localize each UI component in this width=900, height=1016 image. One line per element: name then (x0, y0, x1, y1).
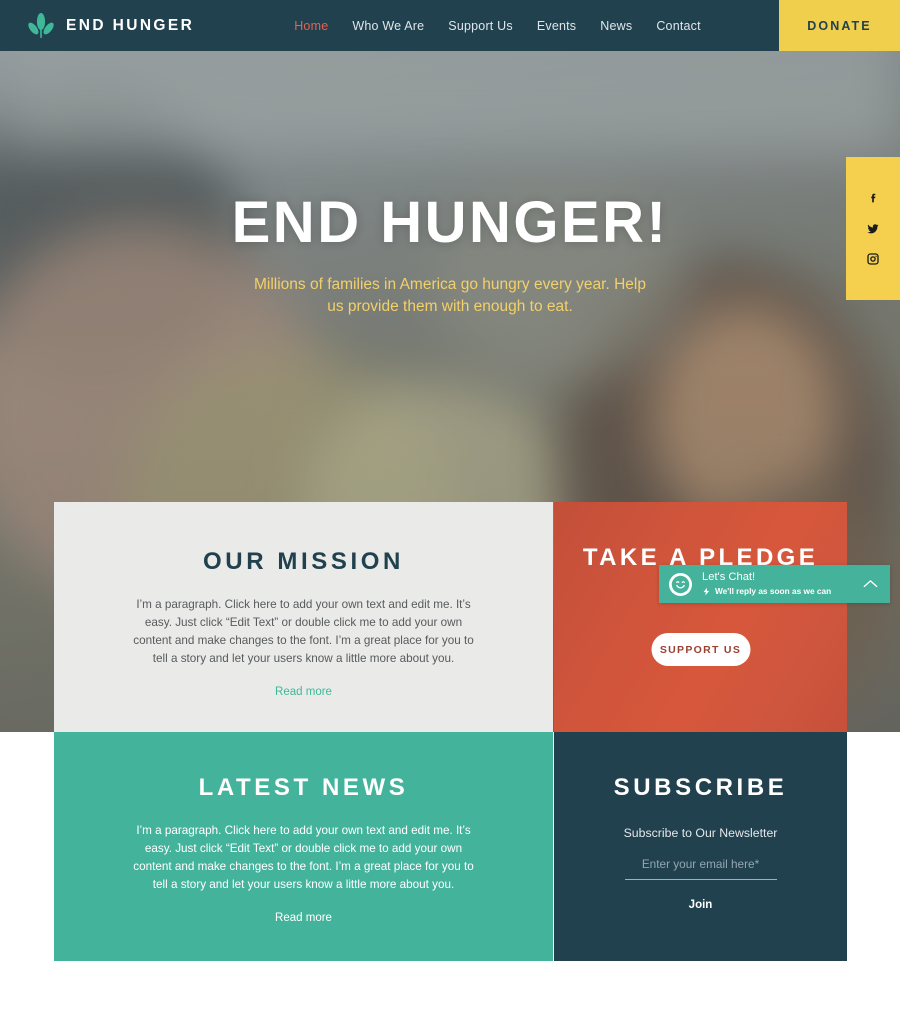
chat-title: Let's Chat! (702, 571, 756, 584)
news-paragraph: I’m a paragraph. Click here to add your … (133, 824, 474, 892)
main-nav: Home Who We Are Support Us Events News C… (294, 19, 701, 33)
donate-button[interactable]: DONATE (779, 0, 900, 51)
chat-subtitle: We'll reply as soon as we can (715, 586, 832, 597)
subscribe-title: SUBSCRIBE (613, 774, 788, 801)
hero-subtitle: Millions of families in America go hungr… (254, 276, 646, 316)
avatar (669, 572, 692, 596)
smiley-icon (671, 575, 690, 593)
brand-name: END HUNGER (66, 16, 195, 34)
lightning-bolt-icon (703, 587, 710, 596)
nav-item-support-us[interactable]: Support Us (448, 19, 513, 33)
support-us-button[interactable]: SUPPORT US (651, 633, 750, 666)
hero-title: END HUNGER! (231, 190, 669, 255)
news-panel: LATEST NEWS I’m a paragraph. Click here … (54, 732, 553, 961)
nav-item-home[interactable]: Home (294, 19, 328, 33)
subscribe-label: Subscribe to Our Newsletter (623, 826, 778, 840)
mission-title: OUR MISSION (203, 548, 404, 575)
site-header: END HUNGER Home Who We Are Support Us Ev… (0, 0, 900, 51)
nav-item-contact[interactable]: Contact (656, 19, 700, 33)
mission-panel: OUR MISSION I’m a paragraph. Click here … (54, 502, 553, 732)
twitter-icon[interactable] (865, 221, 881, 237)
nav-item-events[interactable]: Events (537, 19, 576, 33)
instagram-icon[interactable] (865, 251, 881, 267)
subscribe-panel: SUBSCRIBE Subscribe to Our Newsletter Jo… (554, 732, 847, 961)
page-root: END HUNGER Home Who We Are Support Us Ev… (0, 0, 900, 1016)
news-read-more-link[interactable]: Read more (54, 912, 553, 924)
social-sidebar (846, 157, 900, 300)
mission-paragraph: I’m a paragraph. Click here to add your … (133, 598, 474, 666)
nav-item-news[interactable]: News (600, 19, 632, 33)
logo[interactable]: END HUNGER (28, 12, 194, 40)
chat-widget[interactable]: Let's Chat! We'll reply as soon as we ca… (659, 565, 890, 603)
news-title: LATEST NEWS (198, 774, 409, 801)
pledge-panel: TAKE A PLEDGE SUPPORT US (554, 502, 847, 732)
pledge-overlay (554, 502, 847, 732)
nav-item-who-we-are[interactable]: Who We Are (352, 19, 424, 33)
chat-text-block: Let's Chat! We'll reply as soon as we ca… (702, 571, 863, 597)
join-button[interactable]: Join (689, 899, 713, 911)
chevron-up-icon[interactable] (863, 579, 878, 589)
hero-content: END HUNGER! Millions of families in Amer… (0, 51, 900, 319)
mission-read-more-link[interactable]: Read more (54, 686, 553, 698)
email-input[interactable] (624, 857, 777, 880)
leaf-icon (28, 12, 54, 38)
chat-subtitle-row: We'll reply as soon as we can (702, 586, 863, 597)
facebook-icon[interactable] (865, 191, 881, 207)
